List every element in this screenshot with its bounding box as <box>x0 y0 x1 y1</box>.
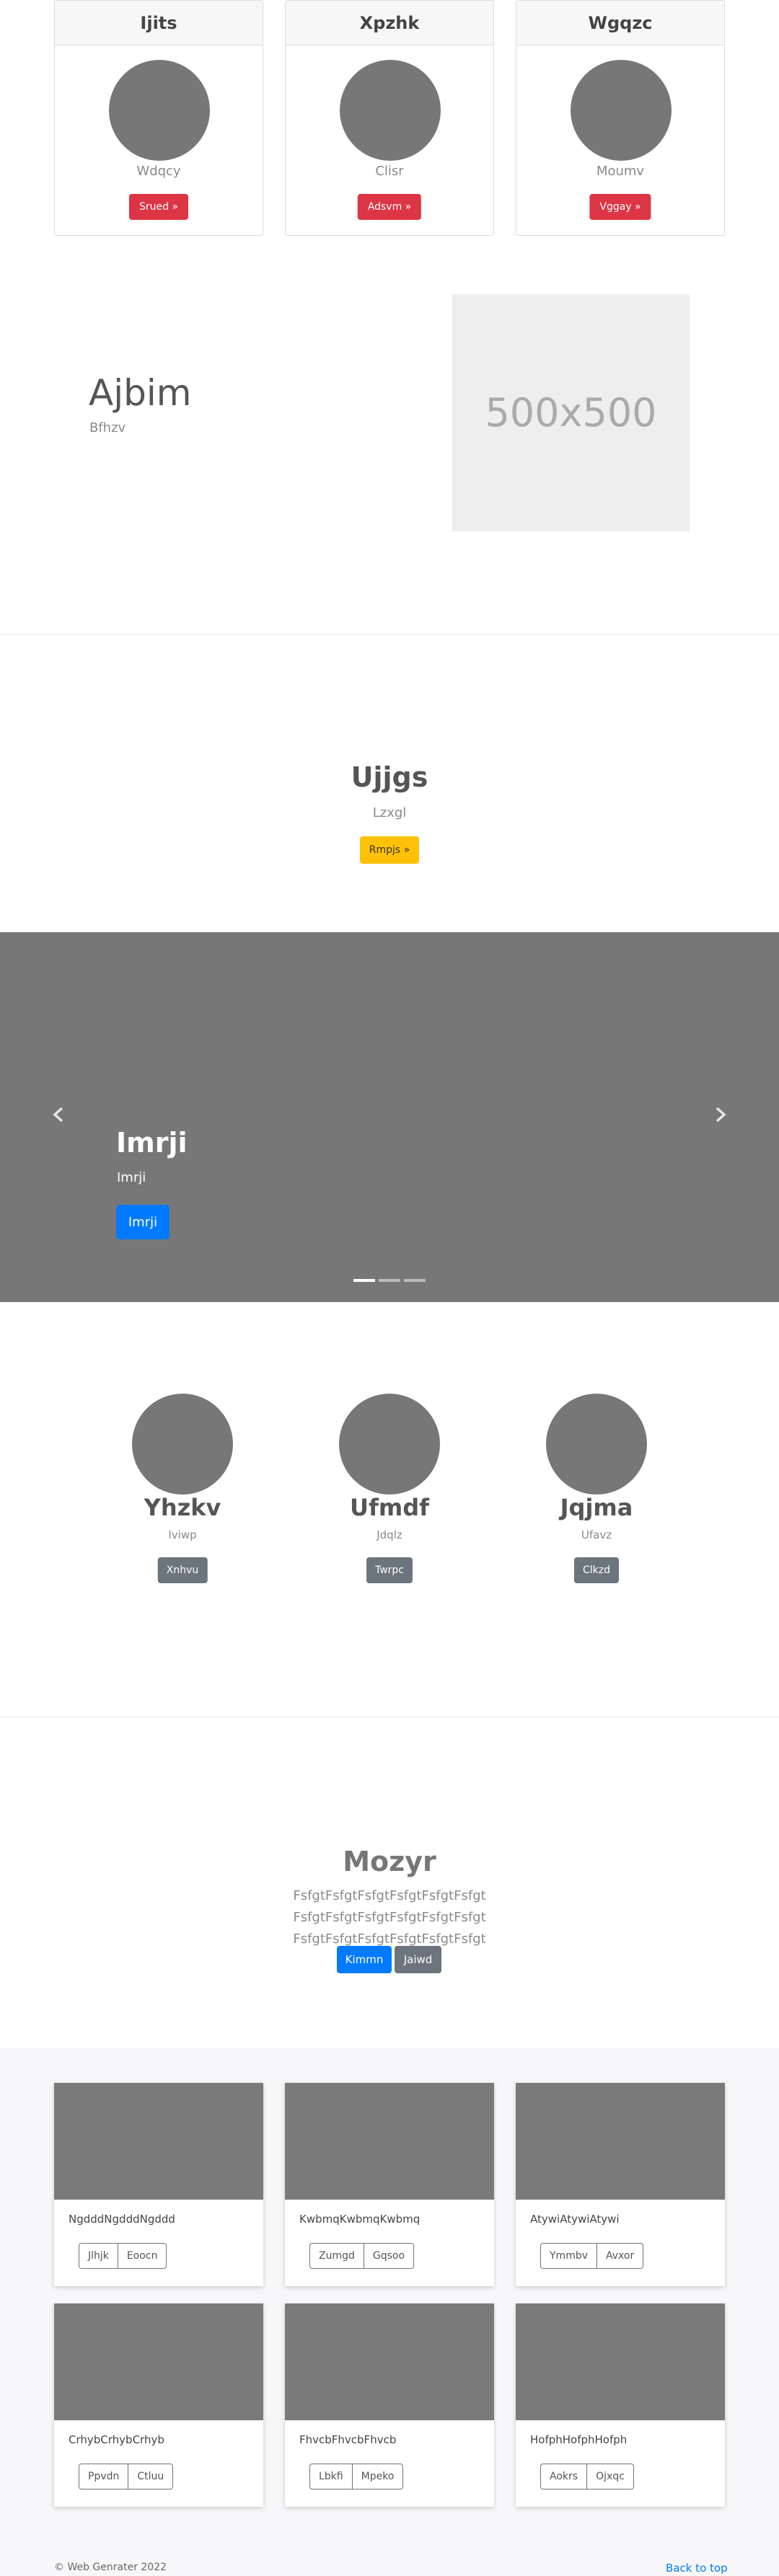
album-card-text: NgdddNgdddNgddd <box>69 2213 175 2226</box>
album-card-button[interactable]: Ctluu <box>128 2464 174 2489</box>
album-card-button-group: Zumgd Gqsoo <box>309 2243 415 2269</box>
album-card: FhvcbFhvcbFhvcb Lbkfi Mpeko <box>285 2303 494 2507</box>
featurette-subtitle: Bfhzv <box>89 420 126 435</box>
jumbotron-lead: FsfgtFsfgtFsfgtFsfgtFsfgtFsfgt FsfgtFsfg… <box>293 1888 486 1947</box>
card-image-circle <box>571 60 672 161</box>
jumbotron-title: Mozyr <box>343 1846 436 1877</box>
secondary-button[interactable]: Jaiwd <box>395 1946 441 1973</box>
album-card-image <box>516 2083 725 2200</box>
card-subtitle: Wdqcy <box>136 164 181 179</box>
chevron-left-icon[interactable] <box>48 1104 69 1125</box>
album-card-button[interactable]: Ymmbv <box>540 2243 597 2269</box>
card-title: Wgqzc <box>516 1 724 45</box>
card-subtitle: Moumv <box>596 164 645 179</box>
marketing-button[interactable]: Twrpc <box>366 1557 413 1583</box>
album-card-button[interactable]: Aokrs <box>540 2464 588 2489</box>
card-button[interactable]: Vggay » <box>589 194 651 220</box>
card-button[interactable]: Srued » <box>128 194 189 220</box>
callout-section: Ujjgs Lzxgl Rmpjs » <box>0 635 779 932</box>
card-subtitle: Clisr <box>375 164 404 179</box>
marketing-subtitle: Jdqlz <box>377 1528 402 1541</box>
marketing-title: Jqjma <box>560 1494 633 1521</box>
featurette-title: Ajbim <box>89 372 192 414</box>
marketing-button[interactable]: Xnhvu <box>157 1557 208 1583</box>
marketing-subtitle: Ufavz <box>581 1528 612 1541</box>
carousel-button[interactable]: Imrji <box>116 1205 170 1239</box>
marketing-image-circle <box>339 1394 440 1495</box>
card-2: Xpzhk Clisr Adsvm » <box>285 0 494 236</box>
album-card-text: HofphHofphHofph <box>530 2433 628 2446</box>
marketing-title: Ufmdf <box>349 1494 430 1521</box>
carousel-title: Imrji <box>116 1127 188 1159</box>
album-card-button[interactable]: Avxor <box>597 2243 644 2269</box>
footer-copyright: © Web Genrater 2022 <box>54 2562 167 2573</box>
album-card-button-group: Jlhjk Eoocn <box>79 2243 167 2269</box>
card-title: Xpzhk <box>286 1 493 45</box>
marketing-image-circle <box>546 1394 647 1495</box>
album-card: HofphHofphHofph Aokrs Ojxqc <box>516 2303 725 2507</box>
carousel-subtitle: Imrji <box>117 1170 146 1185</box>
album-card-button-group: Ppvdn Ctluu <box>79 2464 174 2489</box>
album-card-button[interactable]: Mpeko <box>352 2464 404 2489</box>
album-card-button-group: Ymmbv Avxor <box>540 2243 644 2269</box>
album-card-image <box>516 2303 725 2420</box>
marketing-title: Yhzkv <box>144 1494 221 1521</box>
album-card: NgdddNgdddNgddd Jlhjk Eoocn <box>54 2083 263 2286</box>
card-1: Ijits Wdqcy Srued » <box>54 0 263 236</box>
album-card-image <box>285 2303 494 2420</box>
album-card-text: KwbmqKwbmqKwbmq <box>299 2213 421 2226</box>
marketing-button[interactable]: Clkzd <box>573 1557 620 1583</box>
album-card-text: FhvcbFhvcbFhvcb <box>299 2433 397 2446</box>
page: Ijits Wdqcy Srued » Xpzhk Clisr Adsvm » … <box>0 0 779 2576</box>
album-card-button[interactable]: Ppvdn <box>79 2464 129 2489</box>
callout-title: Ujjgs <box>351 761 428 793</box>
album-card-button[interactable]: Eoocn <box>118 2243 167 2269</box>
marketing-image-circle <box>132 1394 233 1495</box>
album-section: NgdddNgdddNgddd Jlhjk Eoocn KwbmqKwbmqKw… <box>0 2048 779 2576</box>
jumbotron-section: Mozyr FsfgtFsfgtFsfgtFsfgtFsfgtFsfgt Fsf… <box>0 1718 779 2048</box>
card-title: Ijits <box>55 1 263 45</box>
card-button[interactable]: Adsvm » <box>357 194 422 220</box>
carousel: Imrji Imrji Imrji <box>0 932 779 1302</box>
album-card-button-group: Lbkfi Mpeko <box>309 2464 404 2489</box>
back-to-top-link[interactable]: Back to top <box>666 2562 728 2575</box>
album-card: CrhybCrhybCrhyb Ppvdn Ctluu <box>54 2303 263 2507</box>
album-card-text: CrhybCrhybCrhyb <box>69 2433 164 2446</box>
album-card-button[interactable]: Jlhjk <box>79 2243 118 2269</box>
album-card-button[interactable]: Gqsoo <box>364 2243 415 2269</box>
marketing-section: Yhzkv Iviwp Xnhvu Ufmdf Jdqlz Twrpc Jqjm… <box>0 1302 779 1717</box>
album-card: KwbmqKwbmqKwbmq Zumgd Gqsoo <box>285 2083 494 2286</box>
album-card-image <box>285 2083 494 2200</box>
album-card-button[interactable]: Zumgd <box>309 2243 364 2269</box>
marketing-subtitle: Iviwp <box>168 1528 197 1541</box>
carousel-indicator[interactable] <box>353 1279 375 1282</box>
primary-button[interactable]: Kimmn <box>337 1946 392 1973</box>
callout-button[interactable]: Rmpjs » <box>360 836 419 864</box>
carousel-indicator[interactable] <box>404 1279 426 1282</box>
card-image-circle <box>340 60 441 161</box>
pricing-cards-section: Ijits Wdqcy Srued » Xpzhk Clisr Adsvm » … <box>0 0 779 274</box>
album-card-image <box>54 2303 263 2420</box>
carousel-indicator[interactable] <box>379 1279 400 1282</box>
card-3: Wgqzc Moumv Vggay » <box>516 0 725 236</box>
album-card-button[interactable]: Ojxqc <box>587 2464 634 2489</box>
callout-subtitle: Lzxgl <box>372 805 407 820</box>
album-card-button-group: Aokrs Ojxqc <box>540 2464 634 2489</box>
album-card-button[interactable]: Lbkfi <box>309 2464 353 2489</box>
featurette-section: Ajbim Bfhzv 500x500 <box>0 274 779 634</box>
album-card-text: AtywiAtywiAtywi <box>530 2213 620 2226</box>
album-card: AtywiAtywiAtywi Ymmbv Avxor <box>516 2083 725 2286</box>
chevron-right-icon[interactable] <box>710 1104 731 1125</box>
album-card-image <box>54 2083 263 2200</box>
featurette-image-placeholder: 500x500 <box>452 294 690 531</box>
card-image-circle <box>109 60 210 161</box>
